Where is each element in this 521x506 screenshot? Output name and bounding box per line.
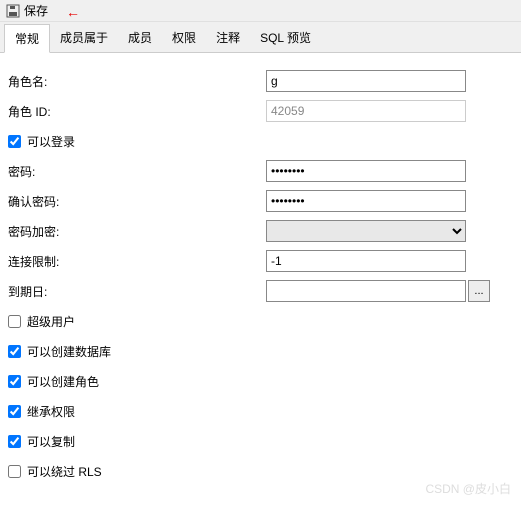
annotation-arrow: ←	[66, 4, 80, 20]
role-id-label: 角色 ID:	[6, 103, 266, 120]
bypass-rls-checkbox[interactable]	[8, 465, 21, 478]
create-role-checkbox[interactable]	[8, 375, 21, 388]
tab-privileges[interactable]: 权限	[162, 24, 206, 52]
role-name-label: 角色名:	[6, 73, 266, 90]
role-name-input[interactable]	[266, 70, 466, 92]
replicate-checkbox[interactable]	[8, 435, 21, 448]
bypass-rls-label: 可以绕过 RLS	[27, 463, 102, 480]
can-login-checkbox[interactable]	[8, 135, 21, 148]
bypass-rls-row[interactable]: 可以绕过 RLS	[6, 463, 102, 480]
tab-members[interactable]: 成员	[118, 24, 162, 52]
create-role-row[interactable]: 可以创建角色	[6, 373, 99, 390]
create-db-checkbox[interactable]	[8, 345, 21, 358]
replicate-label: 可以复制	[27, 433, 75, 450]
confirm-password-input[interactable]	[266, 190, 466, 212]
watermark: CSDN @皮小白	[425, 480, 511, 497]
tab-sql-preview[interactable]: SQL 预览	[250, 24, 321, 52]
connection-limit-input[interactable]	[266, 250, 466, 272]
tab-general[interactable]: 常规	[4, 24, 50, 53]
encryption-select[interactable]	[266, 220, 466, 242]
save-icon	[6, 4, 20, 18]
connection-limit-label: 连接限制:	[6, 253, 266, 270]
replicate-row[interactable]: 可以复制	[6, 433, 75, 450]
tabs-bar: 常规 成员属于 成员 权限 注释 SQL 预览	[0, 22, 521, 53]
password-label: 密码:	[6, 163, 266, 180]
create-db-row[interactable]: 可以创建数据库	[6, 343, 111, 360]
superuser-checkbox[interactable]	[8, 315, 21, 328]
confirm-password-label: 确认密码:	[6, 193, 266, 210]
superuser-row[interactable]: 超级用户	[6, 313, 75, 330]
expiration-label: 到期日:	[6, 283, 266, 300]
tab-member-of[interactable]: 成员属于	[50, 24, 118, 52]
superuser-label: 超级用户	[27, 313, 75, 330]
save-button[interactable]: 保存	[24, 2, 48, 19]
can-login-row[interactable]: 可以登录	[6, 133, 75, 150]
encryption-label: 密码加密:	[6, 223, 266, 240]
inherit-label: 继承权限	[27, 403, 75, 420]
inherit-checkbox[interactable]	[8, 405, 21, 418]
create-role-label: 可以创建角色	[27, 373, 99, 390]
expiration-input[interactable]	[266, 280, 466, 302]
create-db-label: 可以创建数据库	[27, 343, 111, 360]
role-id-input	[266, 100, 466, 122]
inherit-row[interactable]: 继承权限	[6, 403, 75, 420]
date-picker-button[interactable]: ...	[468, 280, 490, 302]
can-login-label: 可以登录	[27, 133, 75, 150]
password-input[interactable]	[266, 160, 466, 182]
tab-comment[interactable]: 注释	[206, 24, 250, 52]
